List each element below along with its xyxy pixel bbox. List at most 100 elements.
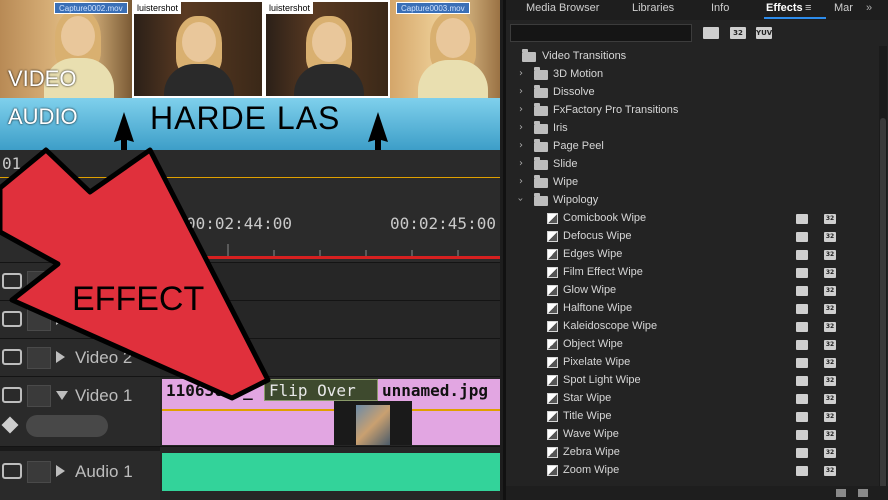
transition-flip-over[interactable]: Flip Over [264, 379, 378, 401]
effect-label: Pixelate Wipe [563, 356, 631, 368]
effect-item[interactable]: Zoom Wipe 32 [506, 462, 876, 480]
transition-icon [547, 375, 558, 386]
effect-item[interactable]: Film Effect Wipe 32 [506, 264, 876, 282]
effect-label: Zoom Wipe [563, 464, 620, 476]
effect-item[interactable]: Edges Wipe 32 [506, 246, 876, 264]
32-bit-effects-icon[interactable]: 32 [730, 27, 746, 39]
yuv-effects-icon[interactable]: YUV [756, 27, 772, 39]
folder-iris[interactable]: › Iris [506, 120, 876, 138]
toggle-output-button[interactable] [27, 461, 51, 483]
time-ruler[interactable]: 01 00:02:44:00 00:02:45:00 [0, 150, 500, 262]
effect-item[interactable]: Glow Wipe 32 [506, 282, 876, 300]
collapse-track-icon[interactable] [56, 391, 68, 400]
32-bit-icon: 32 [824, 214, 836, 224]
video-overlay-label: VIDEO [8, 66, 77, 91]
effects-bottom-bar [506, 486, 888, 500]
effect-item[interactable]: Title Wipe 32 [506, 408, 876, 426]
more-tabs-icon[interactable]: » [866, 2, 872, 14]
active-tab-indicator [764, 17, 826, 19]
folder-3d-motion[interactable]: › 3D Motion [506, 66, 876, 84]
transition-icon [547, 267, 558, 278]
tab-media-browser[interactable]: Media Browser [526, 2, 599, 14]
expand-track-icon[interactable] [56, 465, 65, 477]
effect-label: Comicbook Wipe [563, 212, 647, 224]
expand-arrow-icon[interactable]: › [519, 122, 523, 133]
effect-item[interactable]: Star Wipe 32 [506, 390, 876, 408]
trash-icon[interactable] [858, 489, 868, 497]
folder-label: Iris [553, 122, 568, 134]
expand-arrow-icon[interactable]: › [519, 176, 523, 187]
folder-dissolve[interactable]: › Dissolve [506, 84, 876, 102]
folder-page-peel[interactable]: › Page Peel [506, 138, 876, 156]
toggle-output-button[interactable] [27, 385, 51, 407]
32-bit-icon: 32 [824, 304, 836, 314]
tab-markers[interactable]: Mar [834, 2, 853, 14]
keyframe-navigator[interactable] [26, 415, 108, 437]
effect-item[interactable]: Pixelate Wipe 32 [506, 354, 876, 372]
folder-video-transitions[interactable]: Video Transitions [506, 48, 876, 66]
audio-overlay-label: AUDIO [8, 104, 78, 129]
scroll-thumb[interactable] [880, 118, 886, 498]
effect-item[interactable]: Object Wipe 32 [506, 336, 876, 354]
new-bin-icon[interactable] [836, 489, 846, 497]
track-name: Video 2 [75, 348, 133, 367]
folder-label: Slide [553, 158, 578, 170]
folder-icon [534, 121, 548, 134]
camera-icon[interactable] [2, 387, 22, 403]
effect-item[interactable]: Halftone Wipe 32 [506, 300, 876, 318]
toggle-output-button[interactable] [27, 271, 51, 293]
effects-panel: Media Browser Libraries Info Effects ≡ M… [503, 0, 888, 500]
tab-effects[interactable]: Effects [766, 2, 803, 14]
toggle-output-button[interactable] [27, 309, 51, 331]
effect-item[interactable]: Wave Wipe 32 [506, 426, 876, 444]
tab-info[interactable]: Info [711, 2, 729, 14]
tab-libraries[interactable]: Libraries [632, 2, 674, 14]
effect-item[interactable]: Kaleidoscope Wipe 32 [506, 318, 876, 336]
effect-item[interactable]: Zebra Wipe 32 [506, 444, 876, 462]
accelerated-icon [796, 250, 808, 260]
folder-icon [534, 175, 548, 188]
accelerated-icon [796, 232, 808, 242]
32-bit-icon: 32 [824, 286, 836, 296]
folder-icon [534, 67, 548, 80]
folder-wipe[interactable]: › Wipe [506, 174, 876, 192]
expand-track-icon[interactable] [56, 351, 65, 363]
playhead-timecode: 2:4 [0, 198, 27, 218]
32-bit-icon: 32 [824, 412, 836, 422]
camera-icon[interactable] [2, 463, 22, 479]
folder-icon [522, 49, 536, 62]
expand-arrow-icon[interactable]: › [519, 86, 523, 97]
keyframe-icon[interactable] [1, 416, 19, 434]
folder-icon [534, 85, 548, 98]
folder-wipology[interactable]: › Wipology [506, 192, 876, 210]
effect-label: Glow Wipe [563, 284, 617, 296]
folder-fxfactory-pro-transitions[interactable]: › FxFactory Pro Transitions [506, 102, 876, 120]
camera-icon[interactable] [2, 273, 22, 289]
collapse-arrow-icon[interactable]: › [515, 198, 526, 202]
expand-track-icon[interactable] [56, 275, 65, 287]
expand-track-icon[interactable] [56, 313, 65, 325]
effect-item[interactable]: Spot Light Wipe 32 [506, 372, 876, 390]
expand-arrow-icon[interactable]: › [519, 104, 523, 115]
effect-item[interactable]: Comicbook Wipe 32 [506, 210, 876, 228]
32-bit-icon: 32 [824, 250, 836, 260]
folder-slide[interactable]: › Slide [506, 156, 876, 174]
camera-icon[interactable] [2, 349, 22, 365]
effect-label: Defocus Wipe [563, 230, 632, 242]
expand-arrow-icon[interactable]: › [519, 140, 523, 151]
thumbnail-frame-selected: luistershot [132, 0, 264, 98]
audio-clip[interactable] [162, 453, 500, 491]
effects-scrollbar[interactable] [879, 46, 887, 498]
track-header: Video 1 [0, 377, 160, 446]
panel-menu-icon[interactable]: ≡ [805, 2, 811, 14]
expand-arrow-icon[interactable]: › [519, 68, 523, 79]
camera-icon[interactable] [2, 311, 22, 327]
effect-label: Edges Wipe [563, 248, 623, 260]
accelerated-effects-icon[interactable] [703, 27, 719, 39]
effect-item[interactable]: Defocus Wipe 32 [506, 228, 876, 246]
expand-arrow-icon[interactable]: › [519, 158, 523, 169]
search-input[interactable] [510, 24, 692, 42]
effect-label: Object Wipe [563, 338, 623, 350]
toggle-output-button[interactable] [27, 347, 51, 369]
transition-icon [547, 249, 558, 260]
